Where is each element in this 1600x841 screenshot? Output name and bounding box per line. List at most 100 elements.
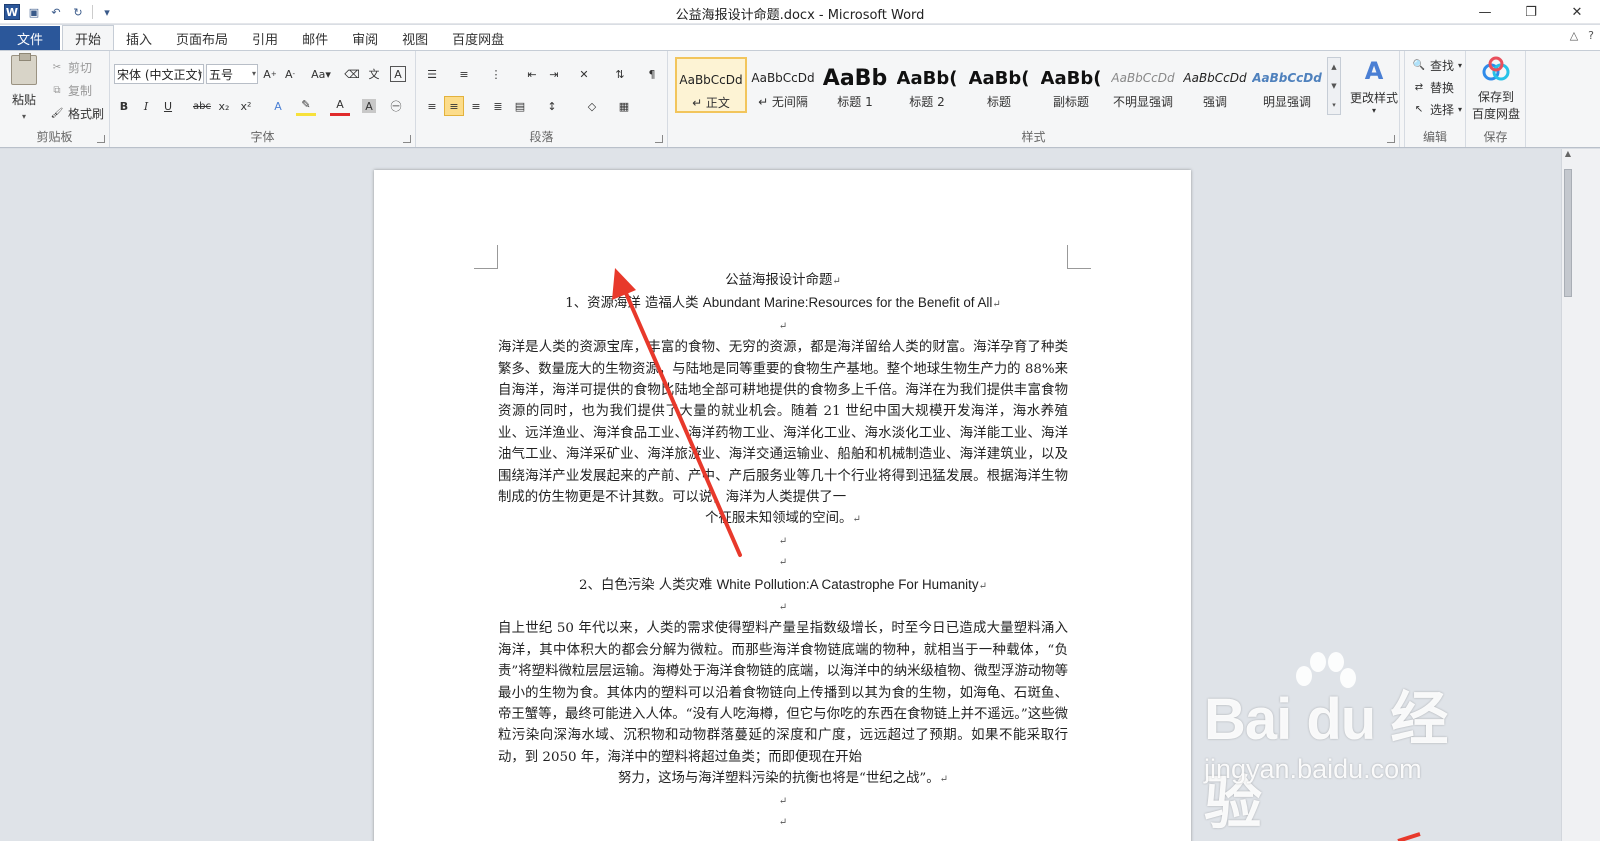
tab-review[interactable]: 审阅 — [340, 26, 390, 50]
empty-paragraph: ↵ — [778, 602, 788, 614]
dialog-launcher-icon[interactable] — [655, 135, 663, 143]
italic-icon[interactable]: I — [136, 96, 156, 116]
scroll-up-icon[interactable]: ▲ — [1562, 149, 1574, 163]
copy-button[interactable]: ⧉ 复制 — [50, 82, 92, 99]
group-paragraph: ☰ ≡ ⋮ ⇤ ⇥ ✕ ⇅ ¶ ≡ ≡ ≡ ≣ ▤ ↕ ◇ ▦ 段落 — [416, 51, 668, 147]
phonetic-guide-icon[interactable]: 文 — [364, 64, 384, 84]
format-painter-button[interactable]: 🖌 格式刷 — [50, 105, 104, 122]
dialog-launcher-icon[interactable] — [97, 135, 105, 143]
scissors-icon: ✂ — [52, 62, 62, 73]
tab-home[interactable]: 开始 — [62, 25, 115, 50]
line-spacing-icon[interactable]: ↕ — [542, 96, 562, 116]
tab-insert[interactable]: 插入 — [114, 26, 164, 50]
style-no-spacing[interactable]: AaBbCcDd ↵ 无间隔 — [747, 57, 819, 113]
superscript-icon[interactable]: x² — [236, 96, 256, 116]
tab-baidu-netdisk[interactable]: 百度网盘 — [440, 26, 516, 50]
style-name: 标题 1 — [837, 95, 873, 109]
bullets-icon[interactable]: ☰ — [422, 64, 442, 84]
chevron-down-icon[interactable]: ▼ — [1331, 82, 1336, 90]
borders-icon[interactable]: ▦ — [614, 96, 634, 116]
style-heading-2[interactable]: AaBb(标题 2 — [891, 57, 963, 113]
tab-references[interactable]: 引用 — [240, 26, 290, 50]
tab-file[interactable]: 文件 — [0, 26, 60, 50]
chevron-down-icon: ▾ — [251, 69, 256, 78]
replace-button[interactable]: ⇄ 替换 — [1412, 79, 1454, 96]
cursor-icon: ↖ — [1414, 104, 1424, 115]
chinese-layout-icon[interactable]: ✕ — [574, 64, 594, 84]
numbering-icon[interactable]: ≡ — [454, 64, 474, 84]
align-left-icon[interactable]: ≡ — [422, 96, 442, 116]
dialog-launcher-icon[interactable] — [403, 135, 411, 143]
style-heading-1[interactable]: AaBb 标题 1 — [819, 57, 891, 113]
help-icon[interactable]: ? — [1588, 29, 1594, 42]
close-button[interactable]: ✕ — [1554, 0, 1600, 24]
font-family-select[interactable]: 宋体 (中文正文) ▾ — [114, 64, 204, 84]
style-emphasis[interactable]: AaBbCcDd 强调 — [1179, 57, 1251, 113]
justify-icon[interactable]: ≣ — [488, 96, 508, 116]
bold-icon[interactable]: B — [114, 96, 134, 116]
style-subtle-emphasis[interactable]: AaBbCcDd 不明显强调 — [1107, 57, 1179, 113]
shrink-font-icon[interactable]: A- — [280, 64, 300, 84]
cut-button[interactable]: ✂ 剪切 — [50, 59, 92, 76]
enclose-characters-icon[interactable]: ㊀ — [386, 96, 406, 116]
save-to-baidu-button[interactable]: 保存到 百度网盘 — [1468, 55, 1524, 122]
show-marks-icon[interactable]: ¶ — [642, 64, 662, 84]
style-normal[interactable]: AaBbCcDd ↵ 正文 — [675, 57, 747, 113]
paragraph-2: 自上世纪 50 年代以来，人类的需求使得塑料产量呈指数级增长，时至今日已造成大量… — [498, 621, 1068, 765]
sort-icon[interactable]: ⇅ — [610, 64, 630, 84]
multilevel-list-icon[interactable]: ⋮ — [486, 64, 506, 84]
change-styles-label: 更改样式 — [1349, 91, 1398, 105]
decrease-indent-icon[interactable]: ⇤ — [522, 64, 542, 84]
baidu-netdisk-icon — [1482, 56, 1510, 81]
select-button[interactable]: ↖ 选择 ▾ — [1412, 101, 1462, 118]
underline-icon[interactable]: U — [158, 96, 178, 116]
align-center-icon[interactable]: ≡ — [444, 96, 464, 116]
character-border-icon[interactable]: A — [390, 66, 406, 82]
tab-view[interactable]: 视图 — [390, 26, 440, 50]
tab-mailings[interactable]: 邮件 — [290, 26, 340, 50]
chevron-down-icon: ▾ — [1371, 106, 1376, 115]
highlight-icon[interactable]: ✎ — [296, 96, 316, 116]
ribbon-tabs: 文件 开始 插入 页面布局 引用 邮件 审阅 视图 百度网盘 △ ? — [0, 25, 1600, 50]
distributed-icon[interactable]: ▤ — [510, 96, 530, 116]
more-icon[interactable]: ▾ — [1332, 101, 1336, 109]
find-button[interactable]: 🔍 查找 ▾ — [1412, 57, 1462, 74]
style-name: 标题 2 — [909, 95, 945, 109]
text-effects-icon[interactable]: A — [268, 96, 288, 116]
strikethrough-icon[interactable]: abc — [192, 96, 212, 116]
shading-icon[interactable]: ◇ — [582, 96, 602, 116]
style-intense-emphasis[interactable]: AaBbCcDd 明显强调 — [1251, 57, 1323, 113]
style-name: 副标题 — [1052, 95, 1089, 109]
increase-indent-icon[interactable]: ⇥ — [544, 64, 564, 84]
style-preview: AaBb( — [1040, 67, 1102, 89]
subscript-icon[interactable]: x₂ — [214, 96, 234, 116]
font-color-icon[interactable]: A — [330, 96, 350, 116]
style-name: 标题 — [986, 95, 1011, 109]
change-case-icon[interactable]: Aa▾ — [308, 64, 334, 84]
group-label-paragraph: 段落 — [529, 130, 554, 144]
restore-button[interactable]: ❐ — [1508, 0, 1554, 24]
scrollbar-thumb[interactable] — [1564, 169, 1572, 297]
character-shading-icon[interactable]: A — [362, 99, 376, 113]
document-body[interactable]: 公益海报设计命题↵ 1、资源海洋 造福人类 Abundant Marine:Re… — [498, 270, 1068, 833]
style-name: 明显强调 — [1262, 95, 1311, 109]
collapse-ribbon-icon[interactable]: △ — [1570, 29, 1578, 42]
document-page[interactable]: 公益海报设计命题↵ 1、资源海洋 造福人类 Abundant Marine:Re… — [374, 170, 1191, 841]
style-title[interactable]: AaBb(标题 — [963, 57, 1035, 113]
change-styles-button[interactable]: A 更改样式 ▾ — [1346, 57, 1402, 115]
chevron-up-icon[interactable]: ▲ — [1331, 63, 1336, 71]
tab-page-layout[interactable]: 页面布局 — [164, 26, 240, 50]
style-subtitle[interactable]: AaBb( 副标题 — [1035, 57, 1107, 113]
minimize-button[interactable]: — — [1462, 0, 1508, 24]
dialog-launcher-icon[interactable] — [1387, 135, 1395, 143]
vertical-scrollbar[interactable]: ▲ — [1561, 149, 1600, 841]
font-size-select[interactable]: 五号 ▾ — [206, 64, 258, 84]
clear-format-icon[interactable]: ⌫ — [342, 64, 362, 84]
grow-font-icon[interactable]: A + — [260, 64, 280, 84]
paragraph-1-last-text: 个征服未知领域的空间。 — [705, 511, 853, 527]
empty-paragraph: ↵ — [778, 817, 788, 829]
style-gallery-scroll[interactable]: ▲ ▼ ▾ — [1327, 57, 1341, 115]
align-right-icon[interactable]: ≡ — [466, 96, 486, 116]
paste-button[interactable]: 粘贴 ▾ — [6, 53, 42, 122]
copy-label: 复制 — [68, 84, 93, 98]
